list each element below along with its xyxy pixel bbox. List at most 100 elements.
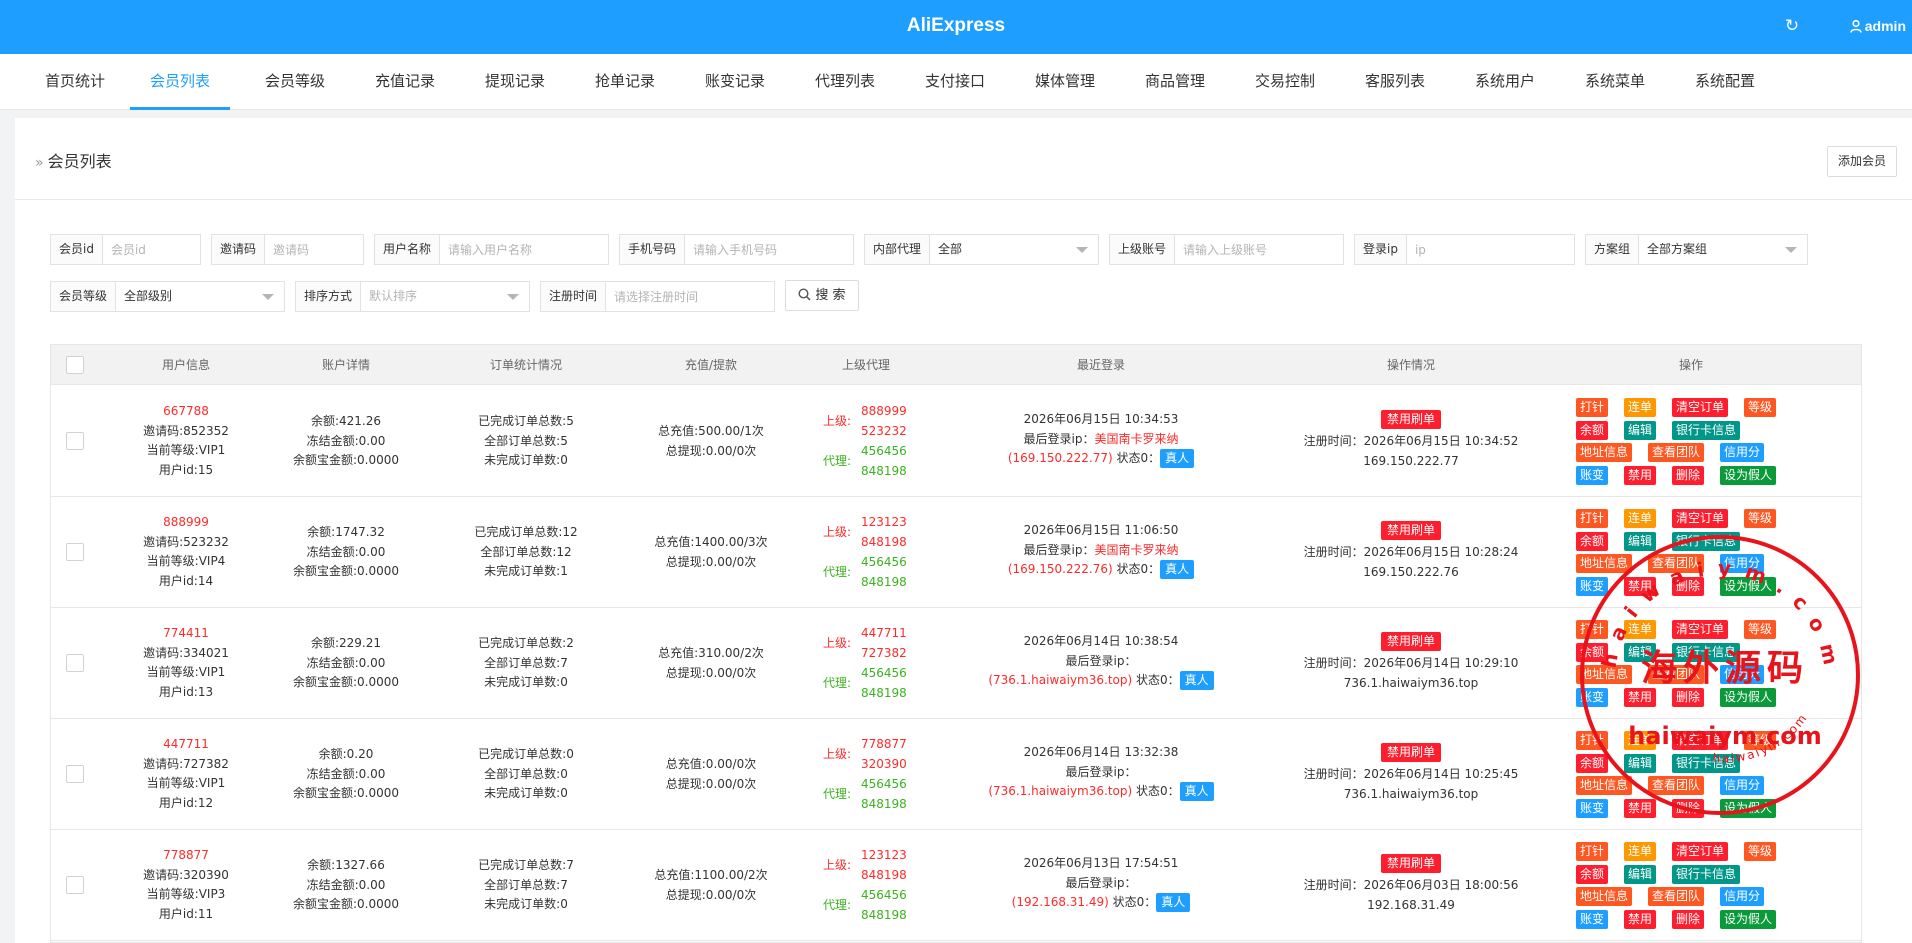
invite-code-input[interactable] xyxy=(265,235,363,264)
action-address-button[interactable]: 地址信息 xyxy=(1576,665,1633,684)
action-credit-button[interactable]: 信用分 xyxy=(1720,443,1765,462)
action-ledger-button[interactable]: 账变 xyxy=(1576,909,1609,929)
action-set-fake-button[interactable]: 设为假人 xyxy=(1720,576,1777,596)
action-ban-button[interactable]: 禁用 xyxy=(1624,798,1657,818)
action-ledger-button[interactable]: 账变 xyxy=(1576,576,1609,596)
action-level-button[interactable]: 等级 xyxy=(1744,620,1777,639)
action-bank-card-button[interactable]: 银行卡信息 xyxy=(1672,420,1741,440)
action-credit-button[interactable]: 信用分 xyxy=(1720,665,1765,684)
action-edit-button[interactable]: 编辑 xyxy=(1624,642,1657,662)
action-delete-button[interactable]: 删除 xyxy=(1672,687,1705,707)
tab-withdraw-records[interactable]: 提现记录 xyxy=(480,54,550,110)
row-checkbox[interactable] xyxy=(66,654,84,672)
action-combo-button[interactable]: 连单 xyxy=(1624,509,1657,528)
real-person-badge[interactable]: 真人 xyxy=(1160,560,1195,579)
action-clear-orders-button[interactable]: 清空订单 xyxy=(1672,398,1729,417)
action-balance-button[interactable]: 余额 xyxy=(1576,864,1609,884)
action-level-button[interactable]: 等级 xyxy=(1744,509,1777,528)
action-bank-card-button[interactable]: 银行卡信息 xyxy=(1672,642,1741,662)
action-bank-card-button[interactable]: 银行卡信息 xyxy=(1672,531,1741,551)
action-punch-button[interactable]: 打针 xyxy=(1576,398,1609,417)
action-edit-button[interactable]: 编辑 xyxy=(1624,531,1657,551)
ban-brush-badge[interactable]: 禁用刷单 xyxy=(1380,410,1441,429)
action-level-button[interactable]: 等级 xyxy=(1744,398,1777,417)
action-combo-button[interactable]: 连单 xyxy=(1624,731,1657,750)
action-ban-button[interactable]: 禁用 xyxy=(1624,909,1657,929)
row-checkbox[interactable] xyxy=(66,765,84,783)
action-punch-button[interactable]: 打针 xyxy=(1576,509,1609,528)
action-ledger-button[interactable]: 账变 xyxy=(1576,465,1609,485)
action-delete-button[interactable]: 删除 xyxy=(1672,576,1705,596)
tab-recharge-records[interactable]: 充值记录 xyxy=(370,54,440,110)
user-account-link[interactable]: 447711 xyxy=(116,735,256,755)
row-checkbox[interactable] xyxy=(66,876,84,894)
action-clear-orders-button[interactable]: 清空订单 xyxy=(1672,731,1729,750)
member-level-select[interactable]: 全部级别 xyxy=(116,282,284,311)
action-credit-button[interactable]: 信用分 xyxy=(1720,887,1765,906)
action-combo-button[interactable]: 连单 xyxy=(1624,398,1657,417)
action-ban-button[interactable]: 禁用 xyxy=(1624,465,1657,485)
tab-media[interactable]: 媒体管理 xyxy=(1030,54,1100,110)
internal-agent-select[interactable]: 全部 xyxy=(930,235,1098,264)
action-set-fake-button[interactable]: 设为假人 xyxy=(1720,909,1777,929)
tab-trade-control[interactable]: 交易控制 xyxy=(1250,54,1320,110)
user-account-link[interactable]: 778877 xyxy=(116,846,256,866)
tab-products[interactable]: 商品管理 xyxy=(1140,54,1210,110)
action-credit-button[interactable]: 信用分 xyxy=(1720,554,1765,573)
action-delete-button[interactable]: 删除 xyxy=(1672,909,1705,929)
tab-account-changes[interactable]: 账变记录 xyxy=(700,54,770,110)
tab-customer-service[interactable]: 客服列表 xyxy=(1360,54,1430,110)
action-level-button[interactable]: 等级 xyxy=(1744,731,1777,750)
tab-member-list[interactable]: 会员列表 xyxy=(130,54,230,110)
action-balance-button[interactable]: 余额 xyxy=(1576,753,1609,773)
action-edit-button[interactable]: 编辑 xyxy=(1624,420,1657,440)
real-person-badge[interactable]: 真人 xyxy=(1179,782,1214,801)
sort-select[interactable]: 默认排序 xyxy=(361,282,529,311)
action-address-button[interactable]: 地址信息 xyxy=(1576,554,1633,573)
ban-brush-badge[interactable]: 禁用刷单 xyxy=(1380,632,1441,651)
action-credit-button[interactable]: 信用分 xyxy=(1720,776,1765,795)
action-punch-button[interactable]: 打针 xyxy=(1576,842,1609,861)
search-button[interactable]: 搜 索 xyxy=(785,280,859,311)
tab-system-menu[interactable]: 系统菜单 xyxy=(1580,54,1650,110)
row-checkbox[interactable] xyxy=(66,543,84,561)
tab-dashboard[interactable]: 首页统计 xyxy=(40,54,110,110)
action-balance-button[interactable]: 余额 xyxy=(1576,531,1609,551)
action-view-team-button[interactable]: 查看团队 xyxy=(1648,443,1705,462)
plan-group-select[interactable]: 全部方案组 xyxy=(1639,235,1807,264)
action-set-fake-button[interactable]: 设为假人 xyxy=(1720,687,1777,707)
action-combo-button[interactable]: 连单 xyxy=(1624,620,1657,639)
action-combo-button[interactable]: 连单 xyxy=(1624,842,1657,861)
user-menu[interactable]: admin xyxy=(1849,15,1906,37)
member-id-input[interactable] xyxy=(102,235,200,264)
tab-member-level[interactable]: 会员等级 xyxy=(260,54,330,110)
action-edit-button[interactable]: 编辑 xyxy=(1624,753,1657,773)
action-clear-orders-button[interactable]: 清空订单 xyxy=(1672,842,1729,861)
tab-system-config[interactable]: 系统配置 xyxy=(1690,54,1760,110)
ban-brush-badge[interactable]: 禁用刷单 xyxy=(1380,854,1441,873)
action-ledger-button[interactable]: 账变 xyxy=(1576,798,1609,818)
action-level-button[interactable]: 等级 xyxy=(1744,842,1777,861)
login-ip-input[interactable] xyxy=(1406,235,1574,264)
action-view-team-button[interactable]: 查看团队 xyxy=(1648,665,1705,684)
tab-grab-order-records[interactable]: 抢单记录 xyxy=(590,54,660,110)
real-person-badge[interactable]: 真人 xyxy=(1179,671,1214,690)
action-ban-button[interactable]: 禁用 xyxy=(1624,687,1657,707)
action-view-team-button[interactable]: 查看团队 xyxy=(1648,887,1705,906)
real-person-badge[interactable]: 真人 xyxy=(1156,893,1191,912)
user-account-link[interactable]: 667788 xyxy=(116,402,256,422)
action-address-button[interactable]: 地址信息 xyxy=(1576,887,1633,906)
user-account-link[interactable]: 888999 xyxy=(116,513,256,533)
tab-system-users[interactable]: 系统用户 xyxy=(1470,54,1540,110)
action-bank-card-button[interactable]: 银行卡信息 xyxy=(1672,864,1741,884)
ban-brush-badge[interactable]: 禁用刷单 xyxy=(1380,521,1441,540)
action-set-fake-button[interactable]: 设为假人 xyxy=(1720,798,1777,818)
action-view-team-button[interactable]: 查看团队 xyxy=(1648,776,1705,795)
tab-payment-api[interactable]: 支付接口 xyxy=(920,54,990,110)
action-edit-button[interactable]: 编辑 xyxy=(1624,864,1657,884)
action-delete-button[interactable]: 删除 xyxy=(1672,798,1705,818)
tab-agent-list[interactable]: 代理列表 xyxy=(810,54,880,110)
action-punch-button[interactable]: 打针 xyxy=(1576,620,1609,639)
reg-time-input[interactable] xyxy=(606,282,774,311)
row-checkbox[interactable] xyxy=(66,432,84,450)
